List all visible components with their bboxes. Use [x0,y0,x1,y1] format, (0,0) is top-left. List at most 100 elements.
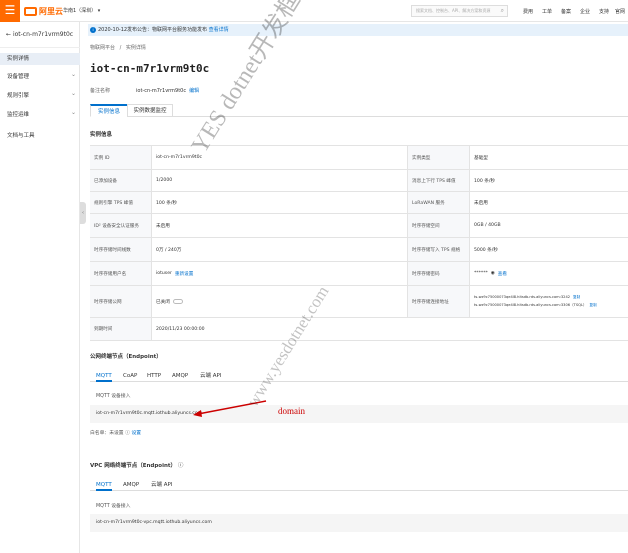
breadcrumb-current: 实例详情 [125,45,146,51]
table-row: 实例 ID iot-cn-m7r1vrm9t0c 实例类型 基础型 [90,146,628,170]
breadcrumb: 物联网平台 / 实例详情 [90,44,146,51]
vpc-endpoint-tabs: MQTT AMQP 云端 API [90,479,628,491]
nav-official[interactable]: 官网 [615,8,625,15]
breadcrumb-iot-platform[interactable]: 物联网平台 [90,45,115,51]
nav-enterprise[interactable]: 企业 [580,8,590,15]
notice-link[interactable]: 查看详情 [209,27,229,33]
search-icon[interactable]: ⌕ [501,6,504,16]
view-password-link[interactable]: 查看 [498,271,507,277]
cell-value: 100 条/秒 [152,192,408,213]
whitelist-label: 白名单：未设置 [90,431,124,436]
remark-value: iot-cn-m7r1vrm9t0c [136,88,187,94]
search-input[interactable]: 搜索文档、控制台、API、解决方案和资源 ⌕ [411,5,508,17]
tab-cloud-api[interactable]: 云端 API [151,479,172,491]
whitelist-set-link[interactable]: 设置 [131,431,141,436]
cell-key: 时序存储空间 [408,214,470,237]
cell-value: 0GB / 40GB [474,223,501,228]
sidebar-item-docs-tools[interactable]: 文档与工具 [7,131,35,139]
cell-value: 未启用 [152,214,408,237]
divider [0,47,80,48]
top-bar: ☰ 阿里云 华南1（深圳） ▾ 搜索文档、控制台、API、解决方案和资源 ⌕ 费用… [0,0,628,22]
mqtt-access-label: MQTT 设备接入 [96,504,131,509]
chevron-down-icon[interactable]: ⌄ [71,109,76,116]
cell-value: 未启用 [474,200,488,206]
menu-icon[interactable]: ☰ [0,0,20,22]
sidebar-item-device-management[interactable]: 设备管理 [7,72,29,80]
tab-coap[interactable]: CoAP [123,370,137,382]
tsdb-address-line: ts-wz9c75000073qe4l8.hitsdb.rds.aliyuncs… [474,295,580,300]
nav-billing[interactable]: 费用 [523,8,533,15]
tab-instance-info[interactable]: 实例信息 [90,104,128,117]
sidebar-collapse-handle[interactable]: ‹ [80,202,86,224]
cell-key: 时序存储时间线数 [90,238,152,261]
cell-value: 已关闭 [152,286,408,317]
page-title: iot-cn-m7r1vrm9t0c [90,62,210,75]
annotation-arrow [193,400,267,417]
eye-icon[interactable]: ◉ [491,271,495,276]
help-icon[interactable]: ⓘ [125,431,130,436]
tsdb-address-tsql: ts-wz9c75000073qe4l8.hitsdb.rds.aliyuncs… [474,303,587,307]
tsdb-password: ****** [474,271,488,276]
public-endpoint-tabs: MQTT CoAP HTTP AMQP 云端 API [90,370,628,382]
cell-value: 0万 / 240万 [152,238,408,261]
table-row: 已添加设备 1/2000 消息上下行 TPS 峰值 100 条/秒 [90,170,628,192]
public-access-toggle[interactable] [172,299,183,304]
cell-value: 100 条/秒 [474,178,495,184]
cell-key: 已添加设备 [90,170,152,191]
table-row: 时序存储时间线数 0万 / 240万 时序存储写入 TPS 规格 5000 条/… [90,238,628,262]
tab-amqp[interactable]: AMQP [172,370,188,382]
logo-mark-icon [24,6,37,16]
table-row: 时序存储用户名 iotuser 重新设置 时序存储密码 ****** ◉ 查看 [90,262,628,286]
nav-filing[interactable]: 备案 [561,8,571,15]
nav-ticket[interactable]: 工单 [542,8,552,15]
whitelist-row: 白名单：未设置 ⓘ 设置 [90,429,141,436]
chevron-down-icon[interactable]: ⌄ [71,71,76,78]
region-label: 华南1（深圳） [63,8,97,14]
table-row: 到期时间 2020/11/23 00:00:00 [90,318,628,341]
mqtt-public-address: iot-cn-m7r1vrm9t0c.mqtt.iothub.aliyuncs.… [90,405,628,423]
section-title-vpc-endpoint: VPC 网络终端节点（Endpoint） ⓘ [90,461,183,469]
tab-http[interactable]: HTTP [147,370,161,382]
cell-key: 规则引擎 TPS 峰值 [90,192,152,213]
cell-value: ****** ◉ 查看 [470,262,628,285]
tsdb-address-line: ts-wz9c75000073qe4l8.hitsdb.rds.aliyuncs… [474,303,597,308]
reset-username-link[interactable]: 重新设置 [175,271,193,277]
tab-amqp[interactable]: AMQP [123,479,139,491]
table-row: 时序存储公网 已关闭 时序存储连接地址 ts-wz9c75000073qe4l8… [90,286,628,318]
tab-mqtt[interactable]: MQTT [96,479,112,491]
sidebar-back[interactable]: ← iot-cn-m7r1vrm9t0c [6,31,73,38]
chevron-down-icon[interactable]: ⌄ [71,90,76,97]
cell-value: 基础型 [474,155,488,161]
sidebar-item-instance-detail[interactable]: 实例详情 [0,53,80,65]
cell-value: 5000 条/秒 [474,247,498,253]
nav-support[interactable]: 支持 [599,8,609,15]
tsdb-address: ts-wz9c75000073qe4l8.hitsdb.rds.aliyuncs… [474,295,571,299]
public-status: 已关闭 [156,299,170,305]
notice-bar: i 2020-10-12发布公告：物联网平台服务功能发布 查看详情 [88,24,628,36]
tab-cloud-api[interactable]: 云端 API [200,370,221,382]
remark-edit-link[interactable]: 编辑 [189,88,199,94]
tab-mqtt[interactable]: MQTT [96,370,112,382]
annotation-label: domain [278,406,305,416]
copy-link[interactable]: 复制 [590,303,597,307]
mqtt-vpc-address: iot-cn-m7r1vrm9t0c-vpc.mqtt.iothub.aliyu… [90,514,628,532]
sidebar-item-rule-engine[interactable]: 规则引擎 [7,91,29,99]
cell-key: 时序存储连接地址 [408,286,470,317]
cell-key: 实例 ID [90,146,152,169]
cell-key: 实例类型 [408,146,470,169]
brand-logo[interactable]: 阿里云 [24,5,63,17]
cell-key: 消息上下行 TPS 峰值 [408,170,470,191]
remark-row: 备注名称 iot-cn-m7r1vrm9t0c 编辑 [90,87,199,94]
cell-key: 时序存储公网 [90,286,152,317]
table-row: ID² 设备安全认证服务 未启用 时序存储空间 0GB / 40GB [90,214,628,238]
cell-key: 时序存储密码 [408,262,470,285]
cell-value: 1/2000 [152,170,408,191]
tab-instance-monitoring[interactable]: 实例数据监控 [127,104,173,117]
help-icon[interactable]: ⓘ [178,463,184,469]
sidebar-item-monitoring[interactable]: 监控运维 [7,110,29,118]
vpc-title-text: VPC 网络终端节点（Endpoint） [90,463,176,469]
search-placeholder: 搜索文档、控制台、API、解决方案和资源 [416,8,491,13]
copy-link[interactable]: 复制 [573,295,580,299]
region-selector[interactable]: 华南1（深圳） ▾ [63,7,100,14]
cell-key: ID² 设备安全认证服务 [90,214,152,237]
